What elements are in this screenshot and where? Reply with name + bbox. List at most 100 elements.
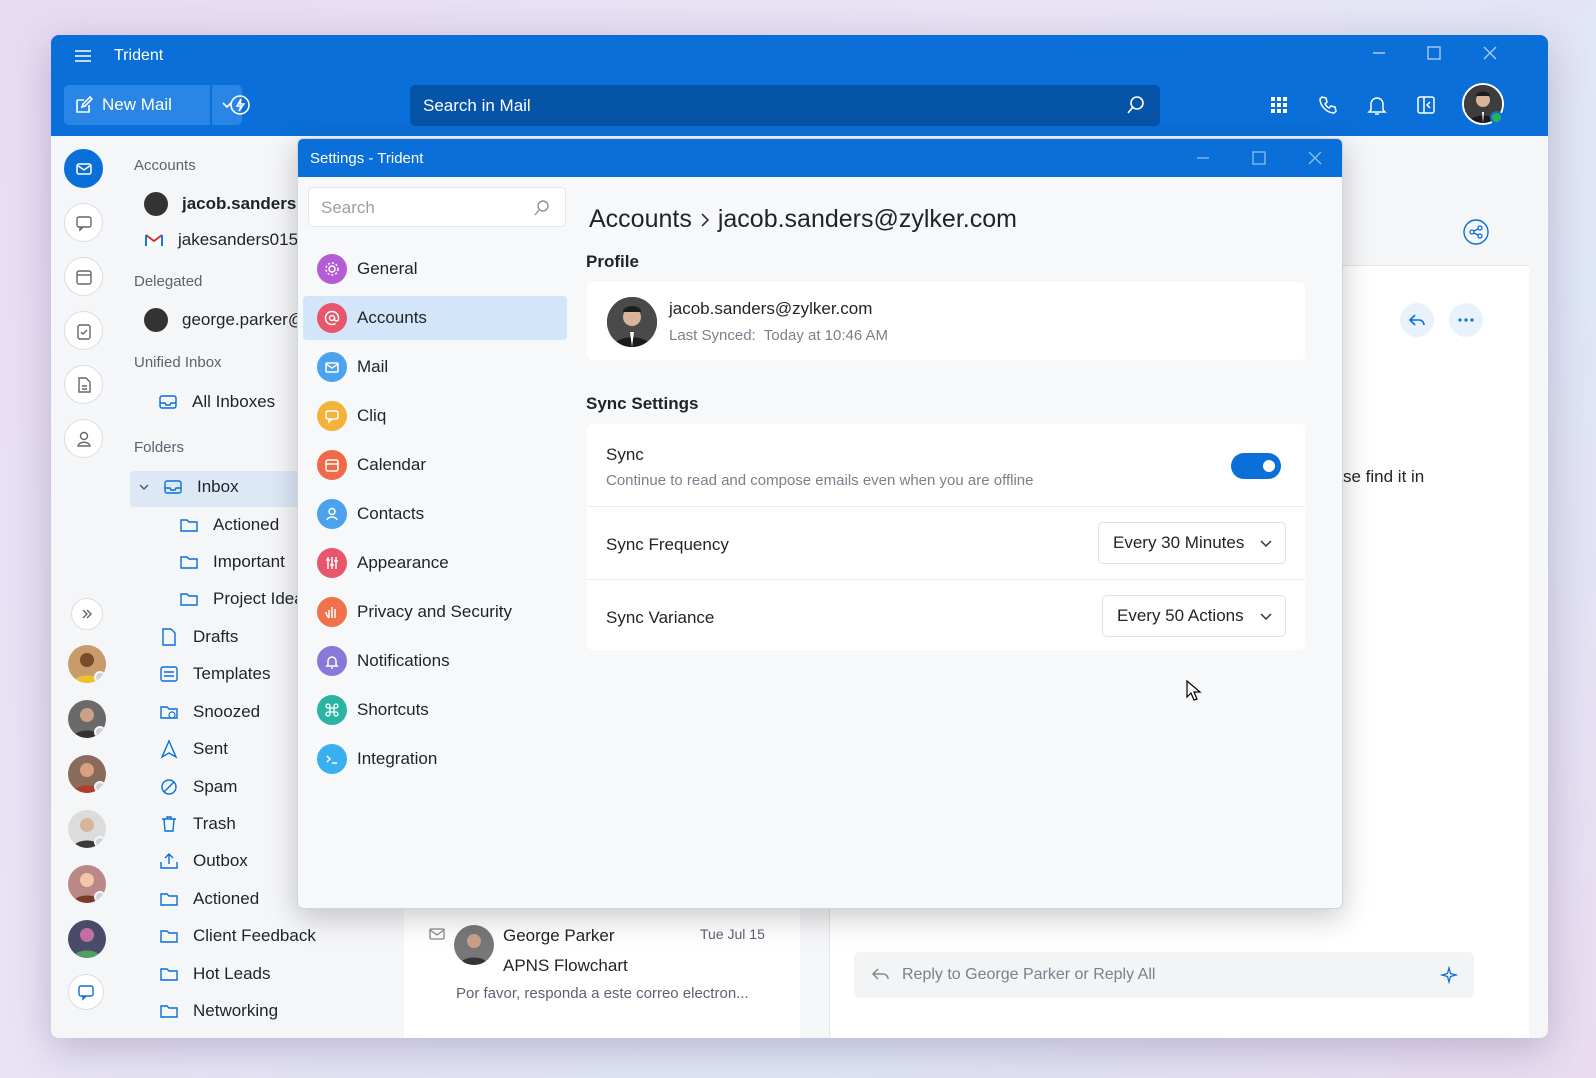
spam-folder[interactable]: Spam [159, 777, 237, 797]
account-item[interactable]: jacob.sanders@ [144, 192, 313, 216]
send-icon [160, 739, 178, 759]
nav-label: General [357, 259, 418, 278]
terminal-icon [317, 744, 347, 774]
last-synced: Last Synced: Today at 10:46 AM [669, 327, 888, 344]
nav-privacy-security[interactable]: Privacy and Security [303, 590, 567, 634]
sync-variance-select[interactable]: Every 50 Actions [1102, 595, 1286, 637]
minimize-icon[interactable] [1194, 149, 1212, 167]
drafts-folder[interactable]: Drafts [159, 627, 238, 647]
bell-icon[interactable] [1366, 94, 1388, 116]
nav-integration[interactable]: Integration [303, 737, 567, 781]
contact-avatar[interactable] [68, 810, 106, 848]
rail-expand[interactable] [71, 598, 103, 630]
nav-accounts[interactable]: Accounts [303, 296, 567, 340]
mail-date: Tue Jul 15 [700, 926, 765, 942]
compose-icon [76, 95, 94, 113]
nav-label: Accounts [357, 308, 427, 327]
sync-settings-card: Sync Continue to read and compose emails… [587, 424, 1305, 650]
subfolder-item[interactable]: Project Idea [179, 589, 304, 609]
sync-label: Sync [606, 445, 644, 464]
minimize-icon[interactable] [1369, 43, 1389, 63]
folder-label: Snoozed [193, 702, 261, 721]
rail-tasks[interactable] [64, 311, 103, 350]
nav-calendar[interactable]: Calendar [303, 443, 567, 487]
close-icon[interactable] [1480, 43, 1500, 63]
panel-toggle-icon[interactable] [1415, 94, 1437, 116]
rail-calendar[interactable] [64, 257, 103, 296]
apps-grid-icon[interactable] [1268, 94, 1290, 116]
settings-window: Settings - Trident Search General Accoun… [297, 138, 1343, 909]
folder-label: Drafts [193, 627, 239, 646]
clipboard-icon [76, 323, 91, 340]
account-label: jacob.sanders@ [182, 194, 313, 213]
chevron-down-icon[interactable] [139, 482, 149, 492]
rail-cliq[interactable] [64, 203, 103, 242]
outbox-folder[interactable]: Outbox [159, 851, 248, 871]
mail-list-item[interactable]: George Parker Tue Jul 15 APNS Flowchart … [404, 905, 800, 1038]
client-feedback-folder[interactable]: Client Feedback [159, 926, 316, 946]
contact-avatar[interactable] [68, 920, 106, 958]
snoozed-folder[interactable]: Snoozed [159, 702, 260, 722]
profile-avatar [607, 297, 657, 347]
networking-folder[interactable]: Networking [159, 1001, 278, 1021]
settings-search-input[interactable]: Search [308, 187, 566, 227]
nav-shortcuts[interactable]: Shortcuts [303, 688, 567, 732]
folder-label: Actioned [213, 515, 280, 534]
mail-search-input[interactable]: Search in Mail [410, 85, 1160, 126]
mail-icon [75, 162, 92, 175]
nav-label: Privacy and Security [357, 602, 512, 621]
all-inboxes-item[interactable]: All Inboxes [158, 392, 275, 412]
contact-avatar[interactable] [68, 755, 106, 793]
rail-mail[interactable] [64, 149, 103, 188]
contact-avatar[interactable] [68, 865, 106, 903]
rail-chat-bottom[interactable] [68, 974, 104, 1010]
trash-folder[interactable]: Trash [159, 814, 236, 834]
delegated-item[interactable]: george.parker@ [144, 308, 305, 332]
reply-input[interactable]: Reply to George Parker or Reply All [854, 952, 1474, 998]
sent-folder[interactable]: Sent [159, 739, 228, 759]
nav-mail[interactable]: Mail [303, 345, 567, 389]
breadcrumb-root[interactable]: Accounts [589, 205, 692, 234]
search-icon[interactable] [533, 199, 551, 217]
folder-icon [160, 1005, 178, 1018]
contact-avatar[interactable] [68, 645, 106, 683]
more-button[interactable] [1449, 303, 1483, 337]
account-item[interactable]: jakesanders015( [144, 230, 304, 250]
nav-general[interactable]: General [303, 247, 567, 291]
hamburger-menu-icon[interactable] [73, 48, 93, 64]
templates-folder[interactable]: Templates [159, 664, 270, 684]
folder-label: Project Idea [213, 589, 304, 608]
nav-appearance[interactable]: Appearance [303, 541, 567, 585]
rail-notes[interactable] [64, 365, 103, 404]
new-mail-button[interactable]: New Mail [64, 85, 210, 125]
nav-label: Shortcuts [357, 700, 429, 719]
inbox-folder[interactable]: Inbox [139, 477, 239, 497]
contact-avatar[interactable] [68, 700, 106, 738]
sync-toggle[interactable] [1231, 453, 1281, 479]
subfolder-item[interactable]: Actioned [179, 515, 279, 535]
nav-contacts[interactable]: Contacts [303, 492, 567, 536]
maximize-icon[interactable] [1424, 43, 1444, 63]
divider [587, 579, 1305, 580]
subfolder-item[interactable]: Important [179, 552, 285, 572]
template-icon [160, 666, 178, 682]
folder-icon [180, 593, 198, 606]
search-icon[interactable] [1126, 95, 1146, 115]
quick-actions-icon[interactable] [229, 94, 251, 116]
calendar-icon [75, 269, 92, 285]
phone-icon[interactable] [1317, 94, 1339, 116]
maximize-icon[interactable] [1250, 149, 1268, 167]
close-icon[interactable] [1306, 149, 1324, 167]
nav-notifications[interactable]: Notifications [303, 639, 567, 683]
sparkle-icon[interactable] [1440, 966, 1458, 984]
reply-button[interactable] [1400, 303, 1434, 337]
folder-label: Sent [193, 739, 228, 758]
inbox-icon [164, 480, 182, 494]
share-icon[interactable] [1463, 219, 1489, 245]
nav-cliq[interactable]: Cliq [303, 394, 567, 438]
rail-contacts[interactable] [64, 419, 103, 458]
sync-frequency-select[interactable]: Every 30 Minutes [1098, 522, 1286, 564]
actioned-folder[interactable]: Actioned [159, 889, 259, 909]
hot-leads-folder[interactable]: Hot Leads [159, 964, 271, 984]
settings-search-placeholder: Search [321, 198, 375, 217]
